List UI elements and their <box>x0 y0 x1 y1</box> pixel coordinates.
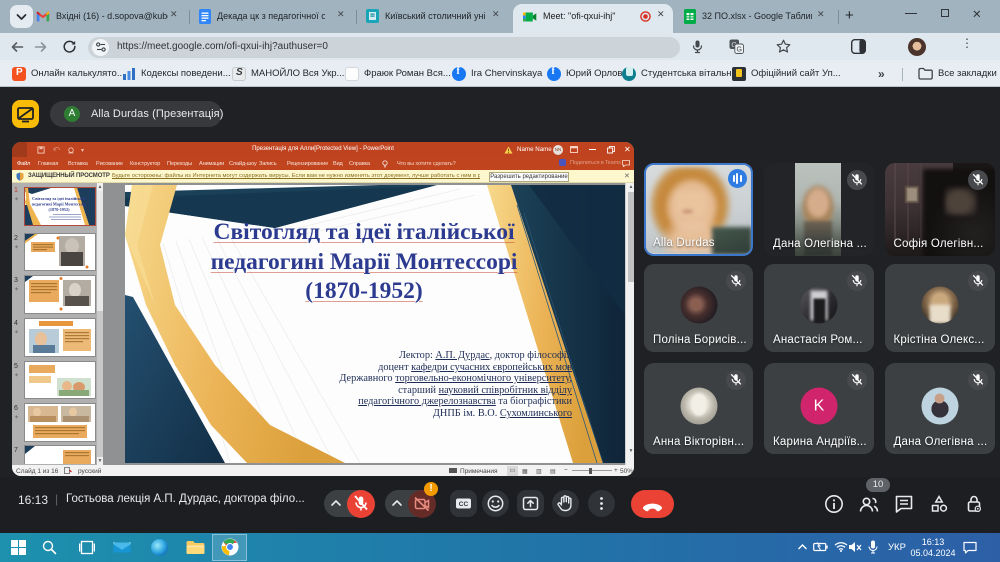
svg-text:G: G <box>736 46 741 53</box>
svg-text:Світогляд та ідеї італійської: Світогляд та ідеї італійської <box>32 196 86 201</box>
svg-text:CC: CC <box>459 501 469 508</box>
svg-text:(1870-1952): (1870-1952) <box>49 207 71 212</box>
svg-text:педагогині Марії Монтессорі: педагогині Марії Монтессорі <box>32 202 88 207</box>
